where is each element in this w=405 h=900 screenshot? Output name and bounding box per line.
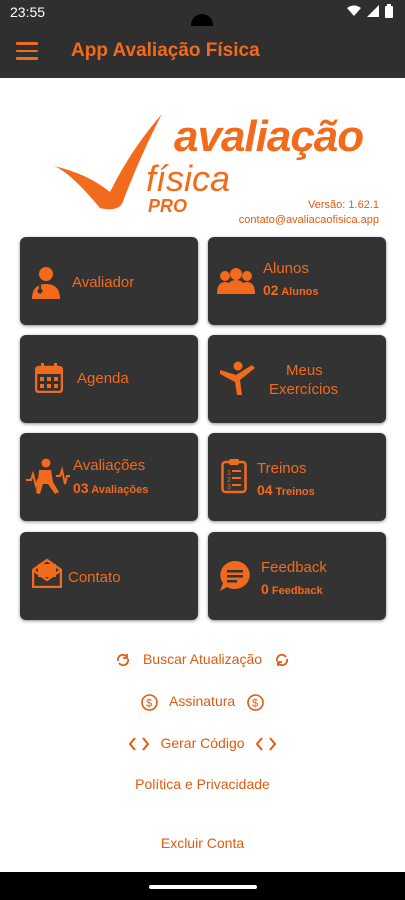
logo-word-avaliacao: avaliação — [174, 112, 364, 161]
svg-text:$: $ — [252, 697, 258, 709]
signal-icon — [367, 5, 379, 17]
fitness-pulse-icon — [26, 458, 70, 494]
svg-text:$: $ — [146, 697, 152, 709]
card-exercicios-line1: Meus — [286, 362, 323, 379]
card-avaliador-label: Avaliador — [72, 274, 135, 291]
svg-text:2: 2 — [227, 477, 231, 484]
generate-code-link[interactable]: Gerar Código — [0, 735, 405, 751]
avaliacoes-count-value: 03 — [73, 480, 89, 496]
system-icons — [347, 4, 393, 18]
card-alunos-count: 02 Alunos — [263, 282, 319, 298]
treinos-count-value: 04 — [257, 482, 273, 498]
code-brackets-icon — [128, 737, 149, 751]
card-alunos-label: Alunos — [263, 260, 309, 277]
card-agenda[interactable]: Agenda — [20, 335, 198, 423]
card-avaliacoes-count: 03 Avaliações — [73, 480, 148, 496]
status-time: 23:55 — [10, 4, 46, 20]
card-contato[interactable]: Contato — [20, 532, 198, 620]
version-label: Versão: 1.62.1 — [308, 199, 379, 211]
avaliacoes-count-unit: Avaliações — [91, 484, 149, 496]
card-contato-label: Contato — [68, 569, 121, 586]
home-gesture-handle[interactable] — [149, 885, 257, 889]
doctor-icon — [32, 267, 60, 299]
card-feedback-count: 0 Feedback — [261, 581, 323, 597]
wifi-icon — [347, 5, 361, 16]
app-bar: App Avaliação Física — [0, 26, 405, 78]
alunos-count-unit: Alunos — [281, 286, 319, 298]
sync-icon — [117, 654, 130, 667]
card-treinos[interactable]: 1 2 3 Treinos 04 Treinos — [208, 433, 386, 521]
update-link-label: Buscar Atualização — [142, 651, 263, 667]
status-bar: 23:55 — [0, 0, 405, 36]
group-icon — [217, 268, 255, 294]
card-alunos[interactable]: Alunos 02 Alunos — [208, 237, 386, 325]
version-info: Versão: 1.62.1 contato@avaliacaofisica.a… — [239, 198, 379, 228]
kick-icon — [220, 361, 255, 395]
feedback-count-unit: Feedback — [271, 585, 323, 597]
card-treinos-label: Treinos — [257, 460, 307, 477]
update-link[interactable]: Buscar Atualização — [0, 651, 405, 668]
alunos-count-value: 02 — [263, 282, 279, 298]
privacy-policy-link[interactable]: Política e Privacidade — [0, 776, 405, 792]
svg-text:1: 1 — [227, 470, 231, 477]
svg-text:3: 3 — [227, 484, 231, 491]
battery-icon — [385, 4, 393, 18]
card-feedback-label: Feedback — [261, 559, 327, 576]
system-nav-bar — [0, 872, 405, 900]
card-avaliador[interactable]: Avaliador — [20, 237, 198, 325]
logo-word-fisica: física — [146, 158, 231, 199]
card-avaliacoes[interactable]: Avaliações 03 Avaliações — [20, 433, 198, 521]
generate-code-label: Gerar Código — [160, 735, 245, 751]
card-agenda-label: Agenda — [77, 370, 129, 387]
card-feedback[interactable]: Feedback 0 Feedback — [208, 532, 386, 620]
app-title: App Avaliação Física — [71, 40, 260, 61]
card-exercicios-line2: Exercícios — [269, 381, 339, 398]
logo-word-pro: PRO — [148, 196, 188, 216]
card-treinos-count: 04 Treinos — [257, 482, 315, 498]
contact-email[interactable]: contato@avaliacaofisica.app — [239, 213, 379, 228]
subscription-link-label: Assinatura — [169, 693, 236, 709]
clipboard-list-icon: 1 2 3 — [221, 459, 247, 494]
envelope-icon — [32, 558, 62, 588]
menu-button[interactable] — [16, 42, 38, 62]
code-brackets-icon — [256, 737, 277, 751]
treinos-count-unit: Treinos — [275, 486, 315, 498]
card-meus-exercicios[interactable]: Meus Exercícios — [208, 335, 386, 423]
chat-bubble-icon — [220, 561, 250, 591]
card-avaliacoes-label: Avaliações — [73, 457, 146, 474]
sync-icon — [275, 654, 288, 667]
dollar-circle-icon: $ — [141, 693, 158, 711]
feedback-count-value: 0 — [261, 581, 269, 597]
delete-account-link[interactable]: Excluir Conta — [0, 835, 405, 851]
hamburger-icon — [16, 42, 38, 45]
calendar-icon — [35, 363, 63, 393]
subscription-link[interactable]: $ Assinatura $ — [0, 693, 405, 711]
dollar-circle-icon: $ — [247, 693, 264, 711]
